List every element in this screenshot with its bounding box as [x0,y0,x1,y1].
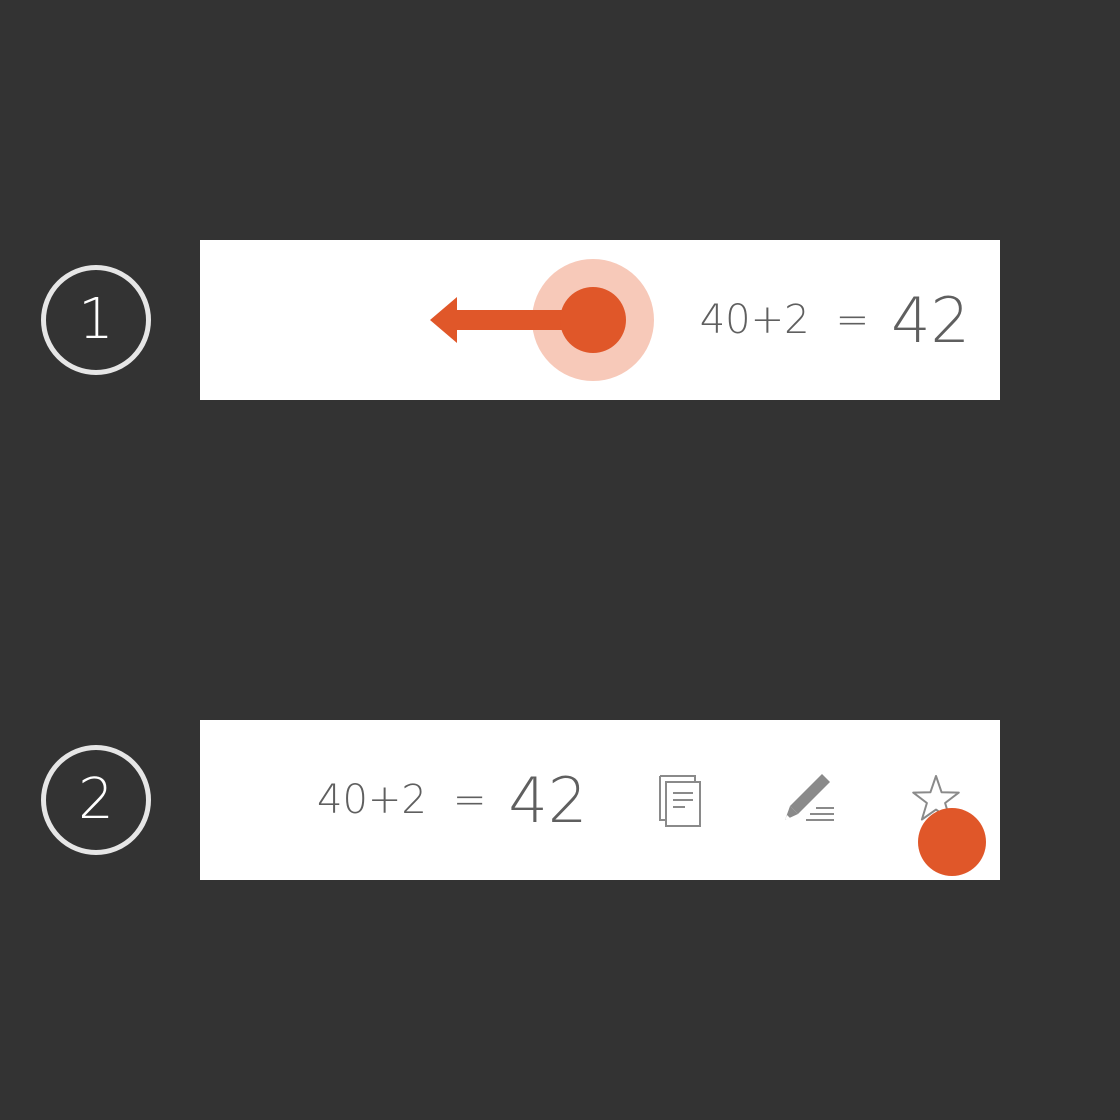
copy-button[interactable] [650,768,710,832]
expression-result: 42 [891,283,970,357]
equals-sign: = [452,777,487,823]
calculation-expression: 40+2 = 42 [700,240,970,400]
swipe-left-gesture [430,259,654,381]
edit-button[interactable] [778,768,838,832]
expression-input: 40+2 [699,297,810,343]
equals-sign: = [835,297,870,343]
history-row-actions: 40+2 = 42 [200,720,1000,880]
copy-icon [659,775,701,827]
expression-input: 40+2 [317,777,427,823]
expression-result: 42 [508,763,588,837]
edit-icon [785,774,834,821]
history-row-swipe[interactable]: 40+2 = 42 [200,240,1000,400]
calculation-expression: 40+2 = 42 [317,720,587,880]
step-number-1: 1 [41,265,151,375]
tap-indicator [918,808,986,876]
step-number-2: 2 [41,745,151,855]
